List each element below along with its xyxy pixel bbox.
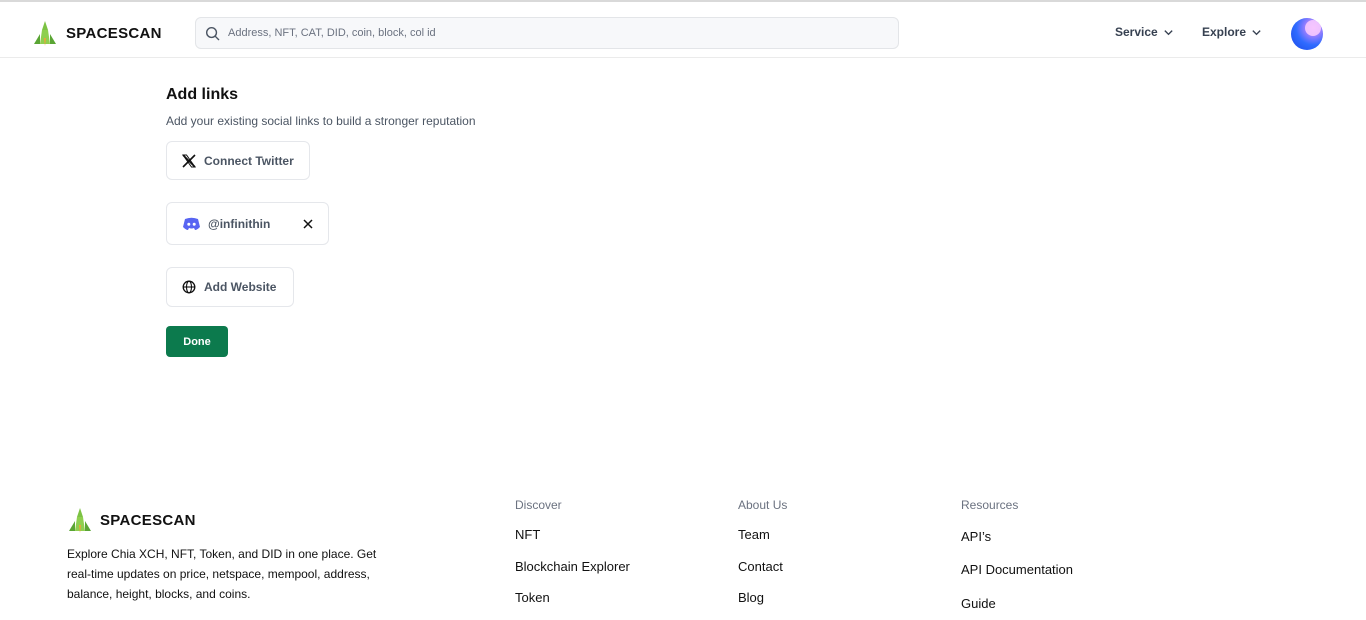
spacescan-logo-icon — [34, 21, 56, 46]
discord-link-chip: @infinithin — [166, 202, 329, 245]
footer-heading: Resources — [961, 498, 1019, 512]
footer-link-token[interactable]: Token — [515, 590, 550, 605]
connect-twitter-label: Connect Twitter — [204, 153, 294, 168]
footer-link-contact[interactable]: Contact — [738, 559, 783, 574]
remove-discord-button[interactable] — [303, 218, 313, 229]
footer: SPACESCAN Explore Chia XCH, NFT, Token, … — [0, 480, 1366, 620]
brand-logo[interactable]: SPACESCAN — [32, 20, 162, 46]
footer-column-discover: Discover NFT Blockchain Explorer Token — [515, 498, 630, 605]
chevron-down-icon — [1164, 29, 1173, 35]
search-icon — [205, 26, 220, 40]
footer-heading: Discover — [515, 498, 562, 512]
x-twitter-icon — [182, 153, 196, 168]
footer-brand-name: SPACESCAN — [100, 511, 196, 529]
footer-description: Explore Chia XCH, NFT, Token, and DID in… — [67, 547, 377, 601]
footer-link-apis[interactable]: API’s — [961, 529, 991, 544]
footer-link-nft[interactable]: NFT — [515, 527, 540, 542]
footer-link-api-documentation[interactable]: API Documentation — [961, 562, 1073, 577]
done-button[interactable]: Done — [166, 326, 228, 357]
page-subtitle: Add your existing social links to build … — [166, 114, 476, 128]
brand-name: SPACESCAN — [66, 24, 162, 42]
discord-handle: @infinithin — [208, 216, 271, 231]
nav-service-label: Service — [1115, 25, 1158, 39]
spacescan-logo-icon — [69, 508, 91, 533]
add-website-button[interactable]: Add Website — [166, 267, 294, 307]
discord-icon — [183, 217, 200, 230]
page-title: Add links — [166, 86, 239, 103]
footer-link-team[interactable]: Team — [738, 527, 770, 542]
footer-column-resources: Resources API’s API Documentation Guide — [961, 498, 1073, 611]
nav-explore-label: Explore — [1202, 25, 1247, 39]
search-bar[interactable] — [195, 17, 899, 49]
search-input[interactable] — [228, 27, 868, 39]
footer-heading: About Us — [738, 498, 788, 512]
globe-icon — [182, 280, 196, 294]
footer-link-blockchain-explorer[interactable]: Blockchain Explorer — [515, 559, 630, 574]
footer-brand[interactable]: SPACESCAN — [67, 507, 196, 533]
chevron-down-icon — [1252, 29, 1261, 35]
close-icon — [303, 218, 313, 229]
top-navbar: SPACESCAN Service Explore — [0, 2, 1366, 58]
add-website-label: Add Website — [204, 280, 277, 294]
footer-column-about: About Us Team Contact Blog — [738, 498, 788, 605]
user-avatar[interactable] — [1291, 18, 1323, 50]
footer-link-guide[interactable]: Guide — [961, 596, 996, 611]
add-links-panel: Add links Add your existing social links… — [166, 86, 476, 357]
connect-twitter-button[interactable]: Connect Twitter — [166, 141, 310, 180]
nav-explore[interactable]: Explore — [1202, 25, 1262, 39]
footer-link-blog[interactable]: Blog — [738, 590, 764, 605]
nav-service[interactable]: Service — [1115, 25, 1174, 39]
